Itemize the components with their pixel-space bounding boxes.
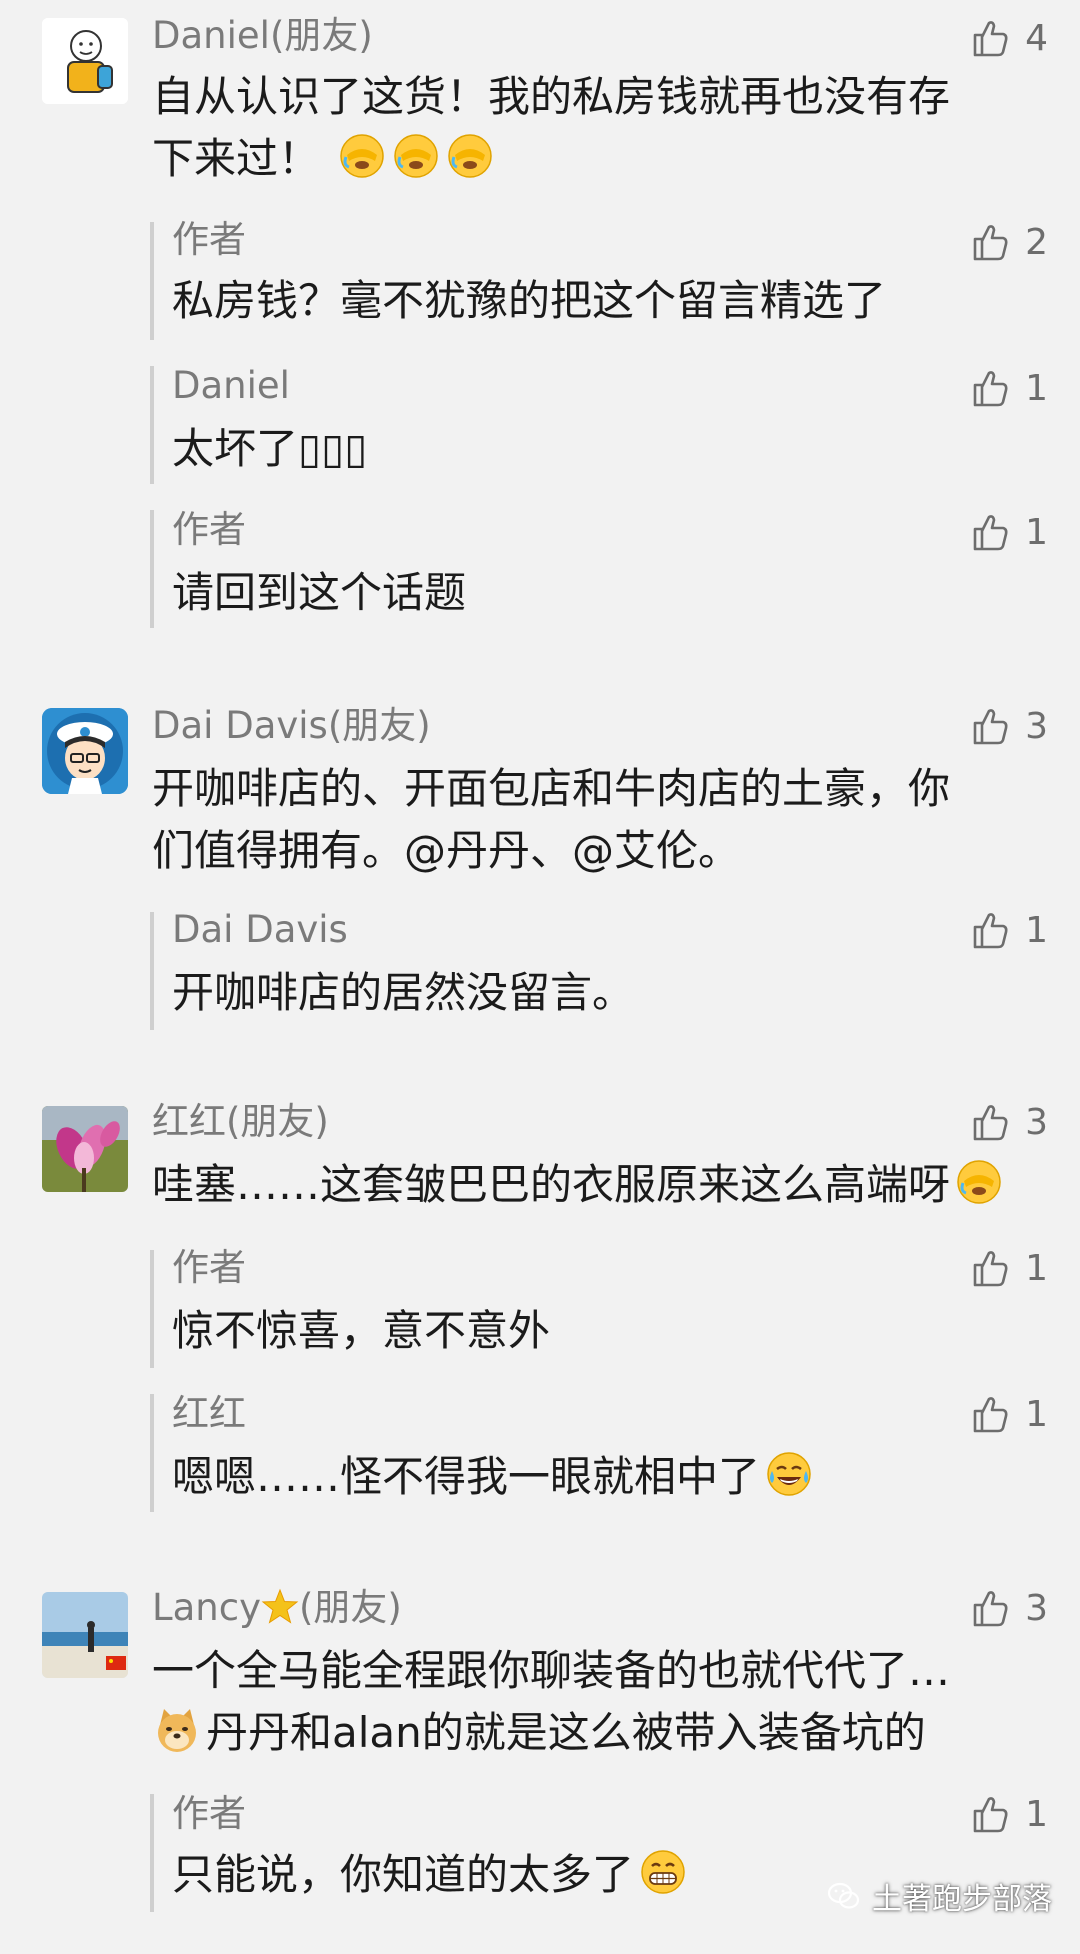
like-count: 2	[1025, 221, 1048, 263]
thumbs-up-icon	[973, 225, 1008, 261]
comment-author-name[interactable]: Lancy (朋友)	[152, 1586, 402, 1630]
like-button[interactable]: 1	[969, 508, 1048, 556]
facepalm-emoji-icon	[394, 134, 439, 178]
magnolia-flower-avatar-icon	[42, 1106, 128, 1192]
comment-author-name[interactable]: 红红(朋友)	[152, 1100, 329, 1144]
reply-divider	[150, 510, 154, 628]
thumbs-up-icon	[973, 1591, 1008, 1627]
comment-text: 哇塞……这套皱巴巴的衣服原来这么高端呀	[152, 1160, 951, 1209]
avatar-dai-davis[interactable]	[42, 708, 128, 794]
like-count: 1	[1025, 909, 1048, 951]
reply-text: 嗯嗯……怪不得我一眼就相中了	[172, 1452, 761, 1501]
like-button[interactable]: 3	[969, 1584, 1048, 1632]
cartoon-boy-avatar-icon	[42, 18, 128, 104]
comment-text: 下来过！	[152, 134, 321, 183]
thumbs-up-icon	[973, 709, 1008, 745]
reply-divider	[150, 1394, 154, 1512]
reply-text-line: 只能说，你知道的太多了	[172, 1846, 688, 1904]
reply-text: 太坏了▯▯▯	[172, 424, 368, 473]
reply-divider	[150, 366, 154, 484]
reply-text: 私房钱？毫不犹豫的把这个留言精选了	[172, 276, 887, 325]
thumbs-up-icon	[973, 913, 1008, 949]
reply-text: 请回到这个话题	[172, 568, 467, 617]
avatar-daniel[interactable]	[42, 18, 128, 104]
reply-author-name[interactable]: Dai Davis	[172, 908, 348, 952]
comment-text-line-2: 丹丹和alan的就是这么被带入装备坑的	[152, 1704, 926, 1762]
reply-author-name[interactable]: 作者	[172, 508, 246, 552]
avatar-lancy[interactable]	[42, 1592, 128, 1678]
like-button[interactable]: 3	[969, 1098, 1048, 1146]
author-name-text: Lancy	[152, 1586, 261, 1629]
like-count: 3	[1025, 1587, 1048, 1629]
like-count: 3	[1025, 705, 1048, 747]
facepalm-emoji-icon	[957, 1160, 1001, 1204]
reply-divider	[150, 912, 154, 1030]
comment-author-name[interactable]: Daniel(朋友)	[152, 14, 373, 58]
author-name-suffix: (朋友)	[298, 1586, 402, 1629]
reply-text: 开咖啡店的居然没留言。	[172, 968, 635, 1017]
comment-text-line: 一个全马能全程跟你聊装备的也就代代了…	[152, 1646, 951, 1695]
beach-photo-avatar-icon	[42, 1592, 128, 1678]
like-button[interactable]: 1	[969, 1390, 1048, 1438]
like-button[interactable]: 3	[969, 702, 1048, 750]
thumbs-up-icon	[973, 515, 1008, 551]
like-count: 1	[1025, 1247, 1048, 1289]
like-count: 4	[1025, 17, 1048, 59]
thumbs-up-icon	[973, 371, 1008, 407]
thumbs-up-icon	[973, 1251, 1008, 1287]
reply-text-line: 嗯嗯……怪不得我一眼就相中了	[172, 1448, 814, 1506]
comment-text-line-2: 们值得拥有。@丹丹、@艾伦。	[152, 826, 741, 875]
comment-text-line: 开咖啡店的、开面包店和牛肉店的土豪，你	[152, 764, 951, 813]
reply-divider	[150, 1250, 154, 1368]
reply-text: 只能说，你知道的太多了	[172, 1850, 635, 1899]
like-button[interactable]: 1	[969, 1244, 1048, 1292]
star-icon	[261, 1588, 299, 1624]
sailor-cartoon-avatar-icon	[42, 708, 128, 794]
like-count: 1	[1025, 511, 1048, 553]
like-count: 1	[1025, 1793, 1048, 1835]
grinning-emoji-icon	[641, 1850, 685, 1894]
facepalm-emoji-icon	[340, 134, 385, 178]
reply-author-name[interactable]: Daniel	[172, 364, 290, 408]
wechat-watermark: 土著跑步部落	[826, 1874, 1052, 1918]
thumbs-up-icon	[973, 1397, 1008, 1433]
reply-text: 惊不惊喜，意不意外	[172, 1306, 551, 1355]
comment-text-line: 自从认识了这货！我的私房钱就再也没有存	[152, 72, 951, 121]
tears-of-joy-emoji-icon	[767, 1452, 811, 1496]
comment-author-name[interactable]: Dai Davis(朋友)	[152, 704, 431, 748]
like-count: 1	[1025, 367, 1048, 409]
reply-author-name[interactable]: 红红	[172, 1392, 246, 1436]
comment-text: 丹丹和alan的就是这么被带入装备坑的	[206, 1708, 926, 1757]
avatar-honghong[interactable]	[42, 1106, 128, 1192]
reply-author-name[interactable]: 作者	[172, 1246, 246, 1290]
wechat-icon	[827, 1882, 860, 1909]
watermark-text: 土著跑步部落	[872, 1882, 1052, 1917]
reply-divider	[150, 1794, 154, 1912]
doge-emoji-icon	[158, 1709, 196, 1752]
reply-author-name[interactable]: 作者	[172, 1792, 246, 1836]
comment-text-line-2: 下来过！	[152, 130, 495, 188]
comment-text-line: 哇塞……这套皱巴巴的衣服原来这么高端呀	[152, 1156, 1004, 1214]
like-button[interactable]: 1	[969, 1790, 1048, 1838]
like-button[interactable]: 4	[969, 14, 1048, 62]
like-count: 3	[1025, 1101, 1048, 1143]
thumbs-up-icon	[973, 1797, 1008, 1833]
facepalm-emoji-icon	[448, 134, 493, 178]
like-button[interactable]: 1	[969, 906, 1048, 954]
like-button[interactable]: 1	[969, 364, 1048, 412]
thumbs-up-icon	[973, 21, 1008, 57]
like-button[interactable]: 2	[969, 218, 1048, 266]
thumbs-up-icon	[973, 1105, 1008, 1141]
reply-divider	[150, 222, 154, 340]
reply-author-name[interactable]: 作者	[172, 218, 246, 262]
like-count: 1	[1025, 1393, 1048, 1435]
